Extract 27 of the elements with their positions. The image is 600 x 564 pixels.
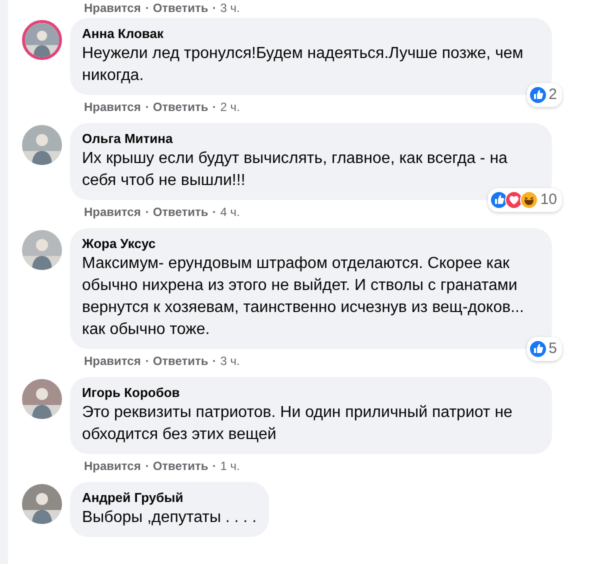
author-name[interactable]: Анна Кловак — [82, 25, 540, 43]
like-link[interactable]: Нравится — [84, 457, 141, 475]
comment-text: Неужели лед тронулся!Будем надеяться.Лучше позже, чем никогда. — [82, 44, 524, 86]
reply-link[interactable]: Ответить — [152, 0, 208, 17]
like-link[interactable]: Нравится — [84, 352, 141, 370]
timestamp: 4 ч. — [220, 204, 240, 221]
timestamp: 2 ч. — [220, 99, 240, 116]
like-link[interactable]: Нравится — [84, 203, 141, 221]
author-name[interactable]: Андрей Грубый — [82, 489, 257, 507]
comment-text: Выборы ,депутаты . . . . — [82, 508, 257, 528]
timestamp: 3 ч. — [220, 353, 240, 370]
comment-text: Максимум- ерундовым штрафом отделаются. Скорее как обычно нихрена из этого не выйдет. И стволы с гранатами вернутся к хозяевам, таинственно исчезнув из вещ-доков... как обычно тоже. — [82, 254, 525, 340]
author-name[interactable]: Ольга Митина — [82, 130, 540, 148]
reply-link[interactable]: Ответить — [152, 98, 208, 116]
reply-link[interactable]: Ответить — [152, 457, 208, 475]
author-name[interactable]: Жора Уксус — [82, 235, 540, 253]
like-link[interactable]: Нравится — [84, 0, 141, 17]
reaction-badge[interactable]: 2 — [526, 82, 562, 107]
reply-link[interactable]: Ответить — [152, 352, 208, 370]
comment-text: Это реквизиты патриотов. Ни один приличный патриот не обходится без этих вещей — [82, 403, 514, 445]
timestamp: 1 ч. — [220, 458, 240, 475]
reply-link[interactable]: Ответить — [152, 203, 208, 221]
like-link[interactable]: Нравится — [84, 98, 141, 116]
timestamp: 3 ч. — [220, 0, 240, 17]
reaction-badge[interactable]: 5 — [526, 336, 562, 361]
author-name[interactable]: Игорь Коробов — [82, 384, 540, 402]
reaction-badge[interactable]: 10 — [488, 188, 562, 212]
